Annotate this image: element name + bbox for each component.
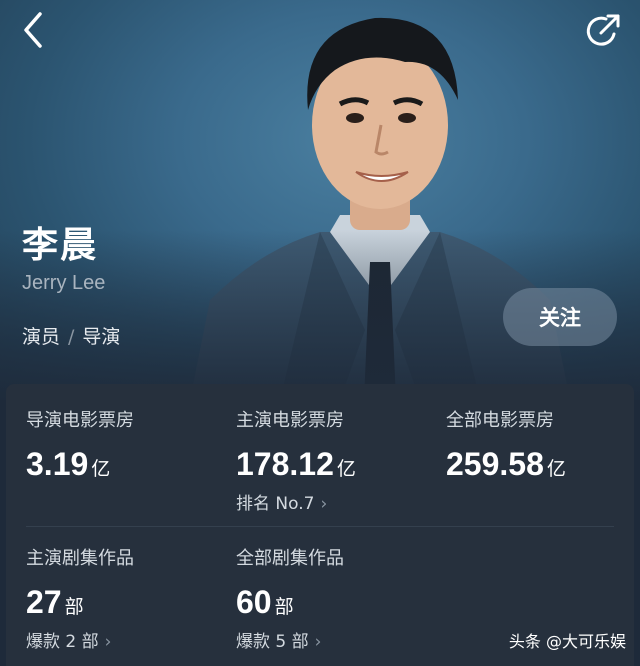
stat-value: 178.12 亿 xyxy=(236,446,356,482)
divider xyxy=(26,526,614,527)
stat-value: 3.19 亿 xyxy=(26,446,111,482)
stat-lead-box-office: 主演电影票房 178.12 亿 排名 No.7 › xyxy=(236,406,356,514)
stat-total-series: 全部剧集作品 60 部 爆款 5 部 › xyxy=(236,544,344,652)
stat-label: 全部剧集作品 xyxy=(236,548,344,569)
role-director: 导演 xyxy=(82,326,121,348)
actor-name: 李晨 xyxy=(22,225,99,266)
stat-total-box-office: 全部电影票房 259.58 亿 xyxy=(446,406,566,483)
profile-hero: 李晨 Jerry Lee 演员 / 导演 关注 xyxy=(0,0,640,400)
share-icon[interactable] xyxy=(584,10,624,50)
actor-english-name: Jerry Lee xyxy=(22,272,106,294)
ranking-link[interactable]: 排名 No.7 › xyxy=(236,489,356,514)
stat-label: 全部电影票房 xyxy=(446,410,554,431)
stat-value: 60 部 xyxy=(236,584,294,620)
stat-value: 259.58 亿 xyxy=(446,446,566,482)
chevron-right-icon: › xyxy=(104,632,112,652)
stat-label: 导演电影票房 xyxy=(26,410,134,431)
hits-link[interactable]: 爆款 5 部 › xyxy=(236,627,344,652)
role-actor: 演员 xyxy=(22,326,61,348)
stat-value: 27 部 xyxy=(26,584,84,620)
watermark: 头条 @大可乐娱 xyxy=(508,632,626,651)
stats-card: 导演电影票房 3.19 亿 主演电影票房 178.12 亿 排名 No.7 › 全部电… xyxy=(6,384,634,666)
stat-label: 主演电影票房 xyxy=(236,410,344,431)
stat-label: 主演剧集作品 xyxy=(26,548,134,569)
hits-link[interactable]: 爆款 2 部 › xyxy=(26,627,134,652)
stat-director-box-office: 导演电影票房 3.19 亿 xyxy=(26,406,134,483)
back-arrow-icon[interactable] xyxy=(16,10,52,50)
actor-roles: 演员 / 导演 xyxy=(22,322,120,349)
stat-lead-series: 主演剧集作品 27 部 爆款 2 部 › xyxy=(26,544,134,652)
role-separator: / xyxy=(68,326,75,348)
follow-button[interactable]: 关注 xyxy=(503,288,617,346)
chevron-right-icon: › xyxy=(314,632,322,652)
chevron-right-icon: › xyxy=(320,494,328,514)
